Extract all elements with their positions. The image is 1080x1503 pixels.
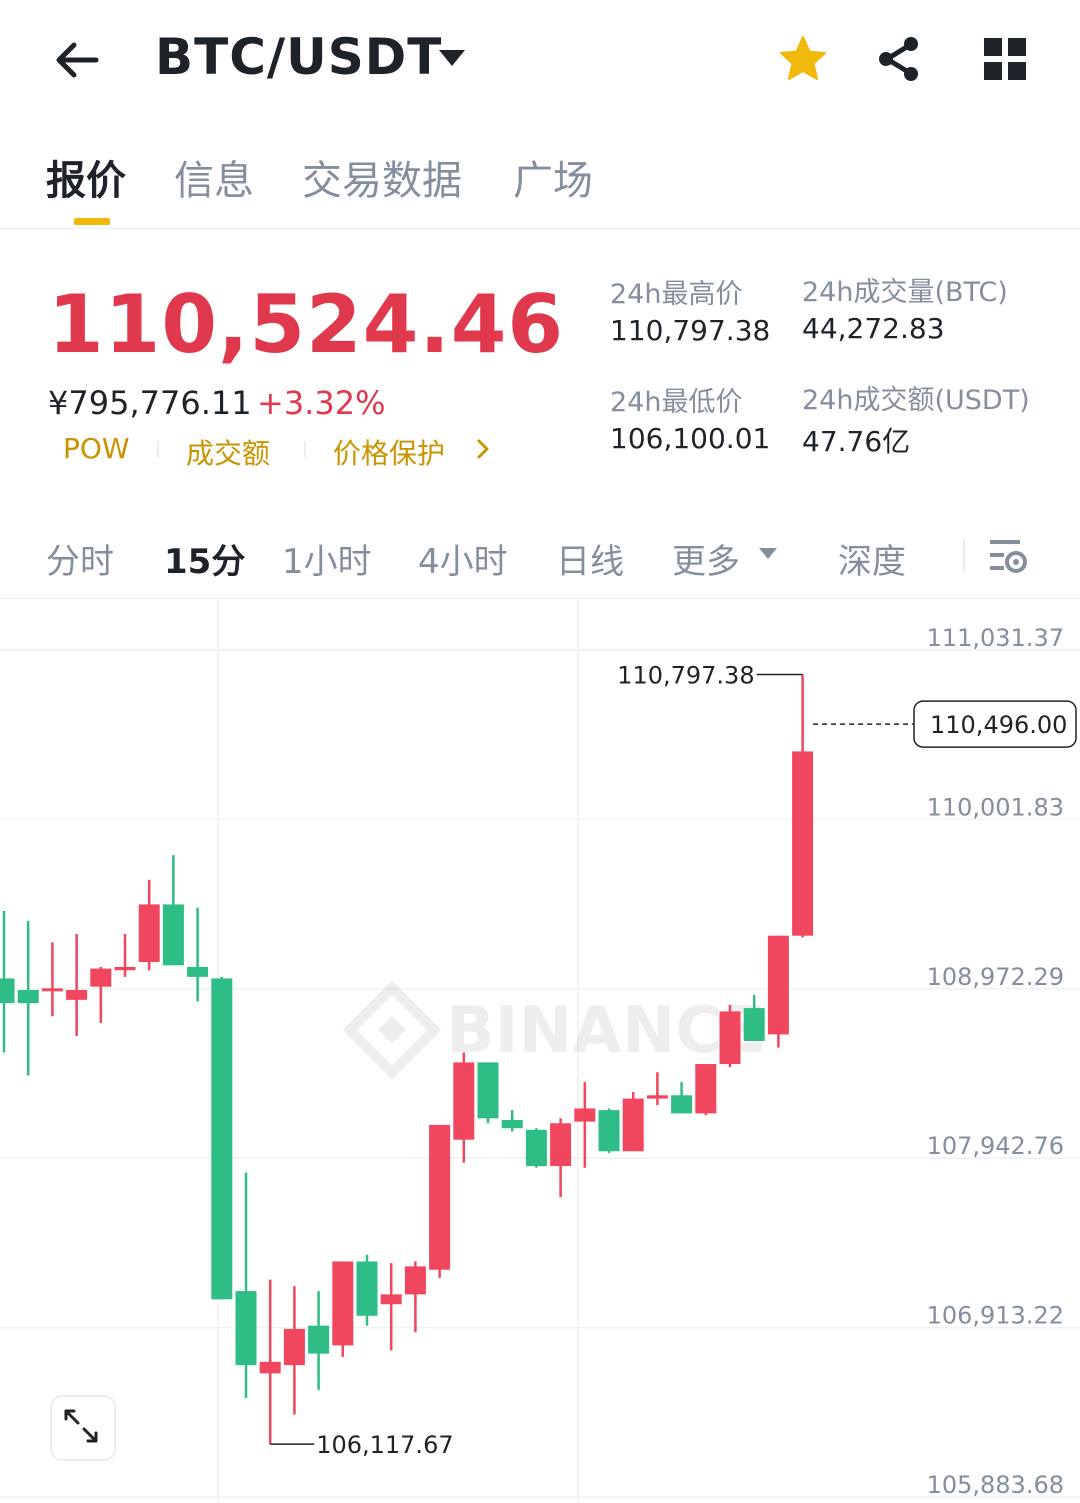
cny-price: ¥795,776.11 xyxy=(48,384,252,422)
star-icon[interactable] xyxy=(778,34,828,84)
interval-line[interactable]: 分时 xyxy=(46,534,114,583)
stat-volume-usdt-value: 47.76亿 xyxy=(802,425,911,458)
candle-body xyxy=(525,1129,547,1167)
y-axis-tick-label: 111,031.37 xyxy=(927,624,1064,652)
chart-top-border xyxy=(0,598,1080,599)
y-axis-tick-label: 110,001.83 xyxy=(927,793,1064,821)
price-change-percent: +3.32% xyxy=(257,384,386,422)
dropdown-caret-icon[interactable] xyxy=(436,46,468,70)
stat-high-value: 110,797.38 xyxy=(610,314,771,347)
watermark-text: BINANCE xyxy=(446,994,766,1068)
fullscreen-button[interactable] xyxy=(50,1395,116,1461)
grid-menu-icon[interactable] xyxy=(982,36,1028,82)
candle-body xyxy=(501,1119,523,1129)
y-axis-tick-label: 106,913.22 xyxy=(927,1302,1064,1330)
tab-trading-data[interactable]: 交易数据 xyxy=(302,148,462,206)
active-tab-indicator xyxy=(74,218,110,225)
tag-price-protection[interactable]: 价格保护 xyxy=(333,432,445,472)
interval-more[interactable]: 更多 xyxy=(672,534,740,583)
current-price-label: 110,496.00 xyxy=(930,711,1067,739)
expand-icon xyxy=(64,1409,98,1443)
main-tabs: 报价 信息 交易数据 广场 xyxy=(0,140,1080,229)
candle-body xyxy=(308,1325,330,1354)
candle-body xyxy=(283,1328,305,1366)
y-axis-tick-label: 108,972.29 xyxy=(927,963,1064,991)
low-marker-label: 106,117.67 xyxy=(316,1431,453,1459)
candle-body xyxy=(550,1123,572,1167)
tab-info[interactable]: 信息 xyxy=(174,148,254,206)
interval-depth[interactable]: 深度 xyxy=(838,534,906,583)
candle-body xyxy=(332,1261,354,1346)
candle-body xyxy=(695,1064,717,1114)
stat-high-label: 24h最高价 xyxy=(610,279,743,310)
tag-divider xyxy=(157,441,159,457)
candle-body xyxy=(671,1095,693,1114)
back-arrow-icon[interactable] xyxy=(50,32,106,88)
tab-quote[interactable]: 报价 xyxy=(46,148,126,206)
chevron-right-icon[interactable] xyxy=(472,436,494,462)
candle-body xyxy=(792,751,814,936)
tag-divider xyxy=(304,441,306,457)
candle-body xyxy=(41,988,63,992)
stat-volume-btc-value: 44,272.83 xyxy=(802,312,945,345)
candle-body xyxy=(162,904,184,966)
binance-watermark: BINANCE xyxy=(342,980,766,1080)
candle-body xyxy=(622,1098,644,1152)
candle-body xyxy=(138,904,160,963)
last-price: 110,524.46 xyxy=(48,278,565,371)
high-marker-label: 110,797.38 xyxy=(617,662,754,690)
tag-turnover[interactable]: 成交额 xyxy=(186,432,270,472)
interval-1h[interactable]: 1小时 xyxy=(282,534,372,583)
candle-body xyxy=(574,1108,596,1122)
y-axis-tick-label: 107,942.76 xyxy=(927,1132,1064,1160)
candle-body xyxy=(453,1062,475,1140)
candle-body xyxy=(743,1008,765,1041)
interval-4h[interactable]: 4小时 xyxy=(418,534,508,583)
candle-body xyxy=(17,989,39,1004)
candle-body xyxy=(477,1062,499,1119)
candle-body xyxy=(259,1361,281,1374)
interval-divider xyxy=(963,538,965,572)
chart-settings-icon[interactable] xyxy=(986,534,1030,578)
candlestick-chart[interactable]: BINANCE 111,031.37 110,001.83 108,972.29 10… xyxy=(0,600,1080,1503)
candle-body xyxy=(380,1294,402,1305)
candle-body xyxy=(0,978,15,1004)
candle-body xyxy=(598,1110,620,1152)
candle-body xyxy=(429,1124,451,1270)
stat-low-value: 106,100.01 xyxy=(610,422,771,455)
tab-square[interactable]: 广场 xyxy=(513,148,593,206)
candle-body xyxy=(646,1095,668,1099)
candle-body xyxy=(66,989,88,1000)
share-icon[interactable] xyxy=(874,34,924,84)
top-bar: BTC/USDT xyxy=(0,0,1080,120)
candle-body xyxy=(187,966,209,977)
candle-body xyxy=(211,978,233,1300)
stat-volume-usdt-label: 24h成交额(USDT) xyxy=(802,385,1030,416)
tag-pow[interactable]: POW xyxy=(63,432,130,465)
interval-15m[interactable]: 15分 xyxy=(164,534,245,583)
interval-daily[interactable]: 日线 xyxy=(556,534,624,583)
candle-body xyxy=(90,968,112,987)
stat-low-label: 24h最低价 xyxy=(610,387,743,418)
dropdown-caret-icon[interactable] xyxy=(758,546,778,560)
stat-volume-btc-label: 24h成交量(BTC) xyxy=(802,277,1008,308)
trading-pair-title[interactable]: BTC/USDT xyxy=(155,28,442,86)
y-axis-tick-label: 105,883.68 xyxy=(927,1471,1064,1499)
candle-body xyxy=(404,1266,426,1295)
candle-body xyxy=(235,1291,257,1366)
candle-body xyxy=(114,966,136,971)
candle-body xyxy=(767,935,789,1035)
y-axis-ticks: 111,031.37 110,001.83 108,972.29 107,942.76… xyxy=(927,624,1064,1499)
candle-body xyxy=(719,1011,741,1065)
candle-body xyxy=(356,1261,378,1316)
